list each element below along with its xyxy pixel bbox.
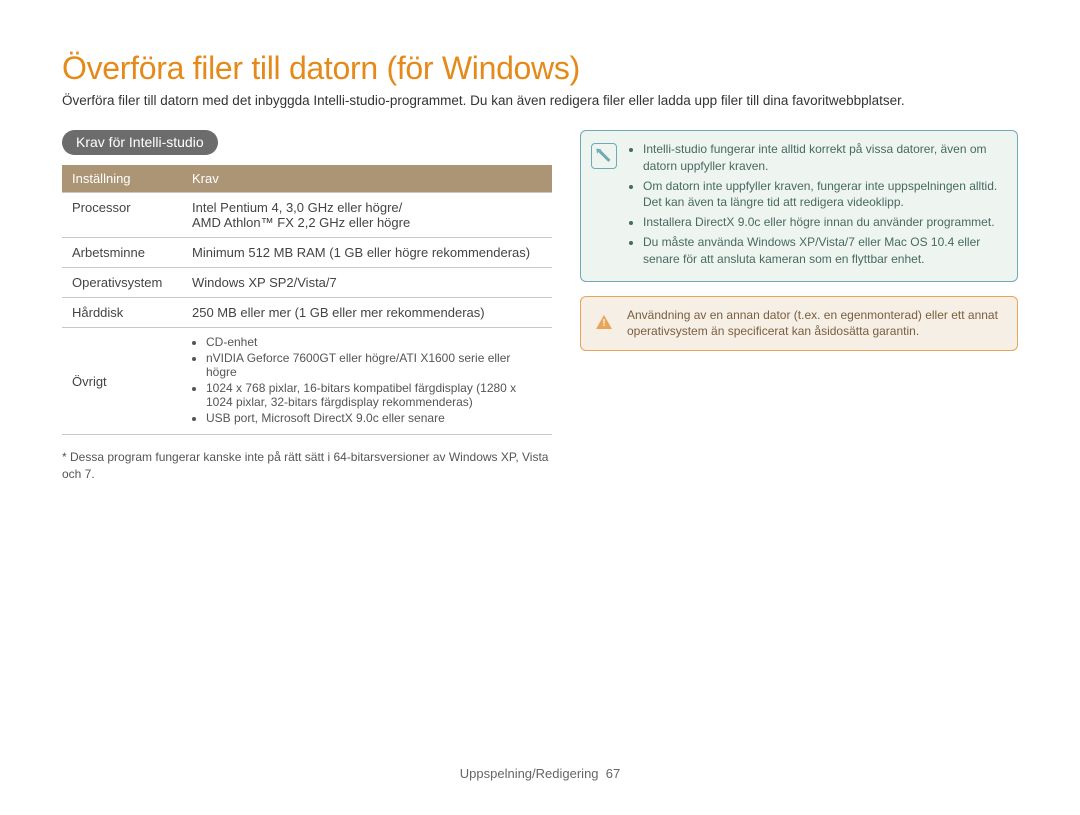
warning-callout: Användning av en annan dator (t.ex. en e… — [580, 296, 1018, 352]
warning-text: Användning av en annan dator (t.ex. en e… — [627, 307, 1003, 341]
cell-value: Minimum 512 MB RAM (1 GB eller högre rek… — [182, 238, 552, 268]
footer-page-number: 67 — [606, 766, 620, 781]
table-header-row: Inställning Krav — [62, 165, 552, 193]
table-row: Hårddisk 250 MB eller mer (1 GB eller me… — [62, 298, 552, 328]
cell-label: Hårddisk — [62, 298, 182, 328]
page-title: Överföra filer till datorn (för Windows) — [62, 50, 1018, 87]
right-column: Intelli-studio fungerar inte alltid korr… — [580, 130, 1018, 365]
col-header-setting: Inställning — [62, 165, 182, 193]
col-header-requirement: Krav — [182, 165, 552, 193]
requirements-table: Inställning Krav Processor Intel Pentium… — [62, 165, 552, 435]
list-item: Intelli-studio fungerar inte alltid korr… — [643, 141, 1003, 175]
list-item: nVIDIA Geforce 7600GT eller högre/ATI X1… — [206, 351, 542, 379]
cell-value: 250 MB eller mer (1 GB eller mer rekomme… — [182, 298, 552, 328]
footer-section-label: Uppspelning/Redigering — [460, 766, 599, 781]
list-item: CD-enhet — [206, 335, 542, 349]
intro-paragraph: Överföra filer till datorn med det inbyg… — [62, 93, 1018, 108]
section-heading-pill: Krav för Intelli-studio — [62, 130, 218, 155]
page-footer: Uppspelning/Redigering 67 — [0, 766, 1080, 781]
table-footnote: * Dessa program fungerar kanske inte på … — [62, 449, 552, 483]
triangle-icon — [596, 315, 612, 329]
cell-label: Operativsystem — [62, 268, 182, 298]
cell-value: Intel Pentium 4, 3,0 GHz eller högre/ AM… — [182, 193, 552, 238]
note-icon — [591, 143, 617, 169]
table-row: Arbetsminne Minimum 512 MB RAM (1 GB ell… — [62, 238, 552, 268]
warning-icon — [591, 309, 617, 335]
list-item: 1024 x 768 pixlar, 16-bitars kompatibel … — [206, 381, 542, 409]
other-requirements-list: CD-enhet nVIDIA Geforce 7600GT eller hög… — [192, 335, 542, 425]
cell-label: Processor — [62, 193, 182, 238]
list-item: Om datorn inte uppfyller kraven, fungera… — [643, 178, 1003, 212]
list-item: USB port, Microsoft DirectX 9.0c eller s… — [206, 411, 542, 425]
left-column: Krav för Intelli-studio Inställning Krav… — [62, 130, 552, 495]
cell-label: Övrigt — [62, 328, 182, 435]
cell-value: Windows XP SP2/Vista/7 — [182, 268, 552, 298]
cell-label: Arbetsminne — [62, 238, 182, 268]
pencil-icon — [598, 150, 610, 162]
cell-value: CD-enhet nVIDIA Geforce 7600GT eller hög… — [182, 328, 552, 435]
list-item: Du måste använda Windows XP/Vista/7 elle… — [643, 234, 1003, 268]
table-row: Processor Intel Pentium 4, 3,0 GHz eller… — [62, 193, 552, 238]
two-column-layout: Krav för Intelli-studio Inställning Krav… — [62, 130, 1018, 495]
info-callout: Intelli-studio fungerar inte alltid korr… — [580, 130, 1018, 282]
document-page: Överföra filer till datorn (för Windows)… — [0, 0, 1080, 815]
table-row: Operativsystem Windows XP SP2/Vista/7 — [62, 268, 552, 298]
info-list: Intelli-studio fungerar inte alltid korr… — [627, 141, 1003, 271]
table-row: Övrigt CD-enhet nVIDIA Geforce 7600GT el… — [62, 328, 552, 435]
list-item: Installera DirectX 9.0c eller högre inna… — [643, 214, 1003, 231]
